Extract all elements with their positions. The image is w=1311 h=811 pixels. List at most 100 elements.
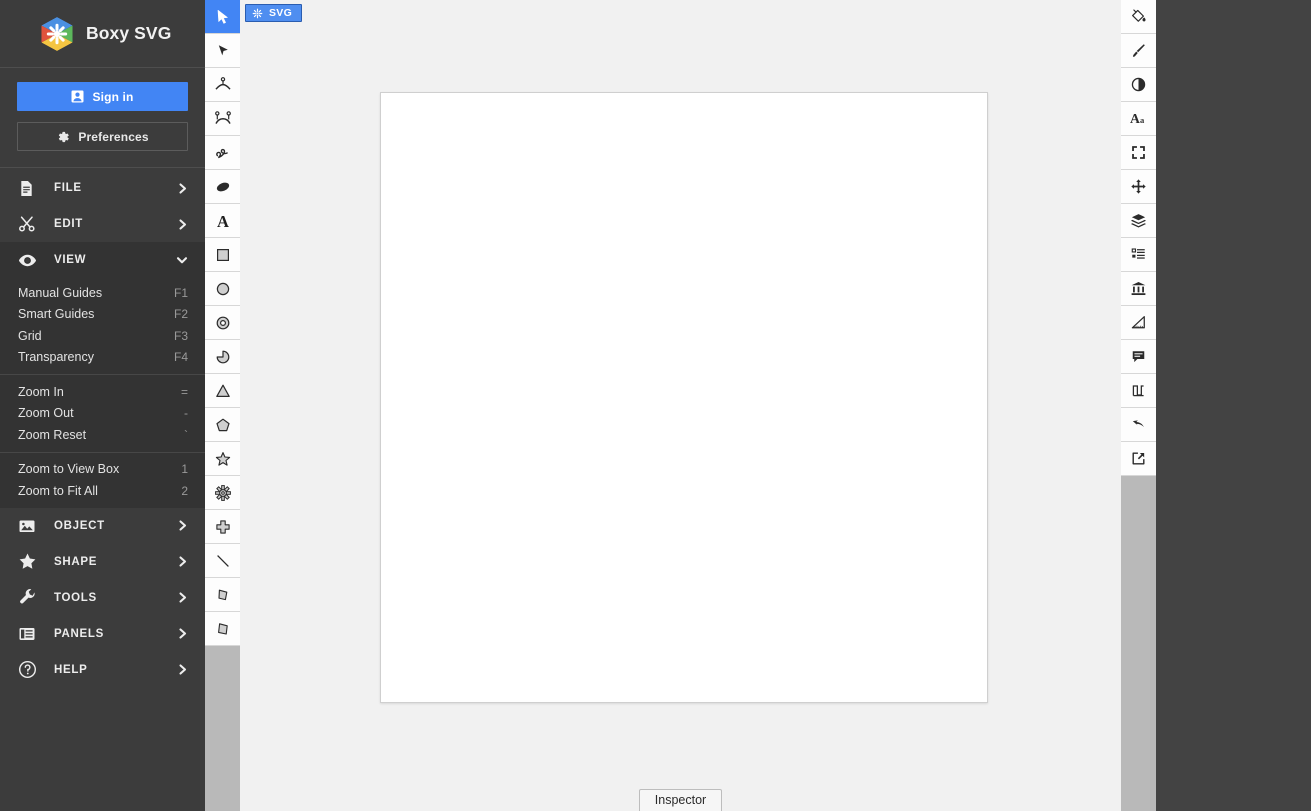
brush-tool[interactable] xyxy=(205,170,240,204)
chevron-right-icon xyxy=(176,555,189,568)
main-menu: FILE EDIT VIEW Manual Guides F1 Smart Gu… xyxy=(0,168,205,811)
menu-item-edit[interactable]: EDIT xyxy=(0,206,205,242)
typography-panel-button[interactable]: A a xyxy=(1121,102,1156,136)
ring-tool[interactable] xyxy=(205,306,240,340)
polygon-tool[interactable] xyxy=(205,408,240,442)
submenu-item-manual-guides[interactable]: Manual Guides F1 xyxy=(0,282,205,304)
preferences-button[interactable]: Preferences xyxy=(17,122,188,151)
geometry-panel-button[interactable] xyxy=(1121,136,1156,170)
menu-item-tools[interactable]: TOOLS xyxy=(0,580,205,616)
polygon-path-tool[interactable] xyxy=(205,612,240,646)
auth-block: Sign in Preferences xyxy=(0,68,205,168)
polyline-icon xyxy=(214,586,232,604)
submenu-label: Zoom to Fit All xyxy=(18,483,98,498)
layers-panel-button[interactable] xyxy=(1121,204,1156,238)
elements-panel-button[interactable] xyxy=(1121,238,1156,272)
bank-columns-icon xyxy=(1130,280,1147,297)
file-document-icon xyxy=(18,180,42,197)
svg-artboard[interactable] xyxy=(380,92,988,703)
preferences-label: Preferences xyxy=(78,129,149,144)
submenu-item-grid[interactable]: Grid F3 xyxy=(0,325,205,347)
fill-panel-button[interactable] xyxy=(1121,0,1156,34)
menu-item-shape[interactable]: SHAPE xyxy=(0,544,205,580)
letter-a-icon: A xyxy=(214,212,232,230)
submenu-shortcut: 1 xyxy=(181,462,188,477)
submenu-item-zoom-reset[interactable]: Zoom Reset ` xyxy=(0,424,205,446)
stroke-panel-button[interactable] xyxy=(1121,34,1156,68)
menu-item-file[interactable]: FILE xyxy=(0,170,205,206)
text-tool[interactable]: A xyxy=(205,204,240,238)
plus-cross-icon xyxy=(214,518,232,536)
document-tab-svg[interactable]: SVG xyxy=(245,4,303,22)
star-tool[interactable] xyxy=(205,442,240,476)
select-tool[interactable] xyxy=(205,0,240,34)
menu-label: FILE xyxy=(54,182,82,194)
submenu-label: Zoom In xyxy=(18,384,64,399)
question-circle-icon xyxy=(18,660,42,679)
snowflake-icon xyxy=(252,8,263,19)
measure-panel-button[interactable] xyxy=(1121,306,1156,340)
edit-handles-tool[interactable] xyxy=(205,102,240,136)
freehand-tool[interactable] xyxy=(205,136,240,170)
submenu-shortcut: ` xyxy=(184,427,188,442)
submenu-item-zoom-in[interactable]: Zoom In = xyxy=(0,381,205,403)
gear-shape-tool[interactable] xyxy=(205,476,240,510)
effects-panel-button[interactable] xyxy=(1121,68,1156,102)
history-panel-button[interactable] xyxy=(1121,408,1156,442)
pentagon-icon xyxy=(214,416,232,434)
cross-tool[interactable] xyxy=(205,510,240,544)
menu-item-panels[interactable]: PANELS xyxy=(0,616,205,652)
submenu-divider xyxy=(0,374,205,375)
submenu-item-zoom-to-view-box[interactable]: Zoom to View Box 1 xyxy=(0,459,205,481)
submenu-item-smart-guides[interactable]: Smart Guides F2 xyxy=(0,304,205,326)
submenu-label: Transparency xyxy=(18,350,94,365)
line-tool[interactable] xyxy=(205,544,240,578)
edit-nodes-tool[interactable] xyxy=(205,68,240,102)
polyline-tool[interactable] xyxy=(205,578,240,612)
submenu-shortcut: 2 xyxy=(181,483,188,498)
submenu-shortcut: = xyxy=(180,384,188,399)
submenu-label: Smart Guides xyxy=(18,307,95,322)
rectangle-tool[interactable] xyxy=(205,238,240,272)
chevron-right-icon xyxy=(176,182,189,195)
submenu-item-zoom-out[interactable]: Zoom Out - xyxy=(0,403,205,425)
triangle-tool[interactable] xyxy=(205,374,240,408)
menu-label: TOOLS xyxy=(54,591,97,604)
layers-stack-icon xyxy=(1130,212,1147,229)
path-ops-icon xyxy=(1130,382,1147,399)
submenu-shortcut: - xyxy=(184,406,188,421)
menu-item-object[interactable]: OBJECT xyxy=(0,508,205,544)
menu-group-tools: TOOLS xyxy=(0,580,205,616)
library-panel-button[interactable] xyxy=(1121,272,1156,306)
speech-bubble-icon xyxy=(1130,348,1147,365)
inspector-toggle-button[interactable]: Inspector xyxy=(638,789,723,811)
sign-in-button[interactable]: Sign in xyxy=(17,82,188,111)
export-panel-button[interactable] xyxy=(1121,442,1156,476)
path-ops-panel-button[interactable] xyxy=(1121,374,1156,408)
submenu-label: Grid xyxy=(18,328,42,343)
pie-tool[interactable] xyxy=(205,340,240,374)
menu-item-view[interactable]: VIEW xyxy=(0,242,205,278)
right-panel-palette: A a xyxy=(1121,0,1156,811)
left-toolbar-empty-area xyxy=(205,646,240,811)
transform-panel-button[interactable] xyxy=(1121,170,1156,204)
contrast-circle-icon xyxy=(1130,76,1147,93)
chevron-right-icon xyxy=(176,663,189,676)
boxy-svg-logo-icon xyxy=(38,15,76,53)
direct-select-tool[interactable] xyxy=(205,34,240,68)
canvas-viewport[interactable]: Inspector xyxy=(240,27,1121,811)
submenu-item-transparency[interactable]: Transparency F4 xyxy=(0,347,205,369)
squiggle-icon xyxy=(214,144,232,162)
triangle-icon xyxy=(214,382,232,400)
svg-text:a: a xyxy=(1140,115,1145,125)
comments-panel-button[interactable] xyxy=(1121,340,1156,374)
inspector-bar: Inspector xyxy=(240,788,1121,811)
ellipse-tool[interactable] xyxy=(205,272,240,306)
app-title: Boxy SVG xyxy=(86,23,172,43)
submenu-item-zoom-to-fit-all[interactable]: Zoom to Fit All 2 xyxy=(0,480,205,502)
paint-bucket-icon xyxy=(1130,8,1147,25)
submenu-label: Zoom Reset xyxy=(18,427,87,442)
menu-item-help[interactable]: HELP xyxy=(0,652,205,688)
scissors-icon xyxy=(18,215,42,233)
blob-icon xyxy=(214,178,232,196)
